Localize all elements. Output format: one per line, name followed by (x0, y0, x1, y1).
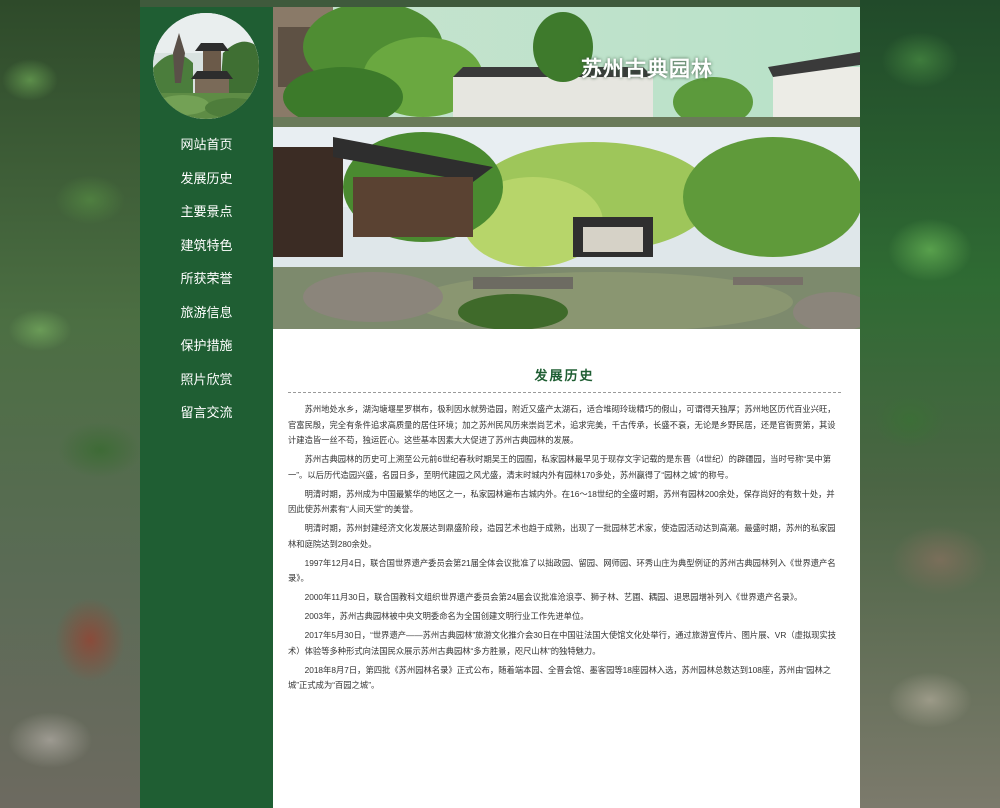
garden-background-right (860, 0, 1000, 808)
header-banner: 苏州古典园林 (273, 7, 860, 127)
article-paragraph: 2000年11月30日，联合国教科文组织世界遗产委员会第24届会议批准沧浪亭、狮… (304, 592, 803, 602)
nav-item-protection[interactable]: 保护措施 (140, 330, 273, 364)
hero-photo (273, 127, 860, 329)
banner-garden-image (273, 7, 860, 127)
page-container: 网站首页 发展历史 主要景点 建筑特色 所获荣誉 旅游信息 保护措施 照片欣赏 … (140, 7, 860, 808)
nav-item-home[interactable]: 网站首页 (140, 129, 273, 163)
article-paragraph: 2003年，苏州古典园林被中央文明委命名为全国创建文明行业工作先进单位。 (304, 611, 589, 621)
garden-pond-photo (273, 127, 860, 329)
nav-item-photos[interactable]: 照片欣赏 (140, 364, 273, 398)
main-nav: 网站首页 发展历史 主要景点 建筑特色 所获荣誉 旅游信息 保护措施 照片欣赏 … (140, 129, 273, 431)
article-paragraph: 明清时期，苏州成为中国最繁华的地区之一，私家园林遍布古城内外。在16～18世纪的… (288, 488, 835, 515)
nav-item-guestbook[interactable]: 留言交流 (140, 397, 273, 431)
article-paragraph: 苏州古典园林的历史可上溯至公元前6世纪春秋时期吴王的园囿，私家园林最早见于现存文… (288, 454, 831, 480)
garden-pagoda-image (153, 13, 259, 119)
nav-item-honors[interactable]: 所获荣誉 (140, 263, 273, 297)
article: 发展历史 苏州地处水乡，湖沟塘堰星罗棋布，极利因水就势造园，附近又盛产太湖石，适… (288, 329, 841, 697)
sidebar: 网站首页 发展历史 主要景点 建筑特色 所获荣誉 旅游信息 保护措施 照片欣赏 … (140, 7, 273, 808)
article-paragraph: 明清时期，苏州封建经济文化发展达到鼎盛阶段，造园艺术也趋于成熟，出现了一批园林艺… (288, 523, 836, 549)
nav-item-history[interactable]: 发展历史 (140, 163, 273, 197)
article-paragraph: 2018年8月7日，第四批《苏州园林名录》正式公布，随着端本园、全晋会馆、墨客园… (288, 664, 832, 691)
main-content: 苏州古典园林 发展历史 苏州地处水乡，湖沟塘堰星罗棋布，极利因水就势造园，附近又… (273, 7, 860, 808)
logo-avatar (153, 13, 259, 119)
garden-background-left (0, 0, 140, 808)
nav-item-travel[interactable]: 旅游信息 (140, 297, 273, 331)
nav-item-architecture[interactable]: 建筑特色 (140, 230, 273, 264)
article-paragraph: 2017年5月30日，“世界遗产——苏州古典园林”旅游文化推介会30日在中国驻法… (288, 630, 837, 656)
article-paragraph: 苏州地处水乡，湖沟塘堰星罗棋布，极利因水就势造园，附近又盛产太湖石，适合堆砌玲珑… (288, 404, 836, 445)
section-divider (288, 392, 841, 393)
nav-item-attractions[interactable]: 主要景点 (140, 196, 273, 230)
section-title: 发展历史 (534, 369, 595, 384)
article-paragraph: 1997年12月4日，联合国世界遗产委员会第21届全体会议批准了以拙政园、留园、… (288, 557, 836, 584)
site-title: 苏州古典园林 (581, 57, 713, 81)
